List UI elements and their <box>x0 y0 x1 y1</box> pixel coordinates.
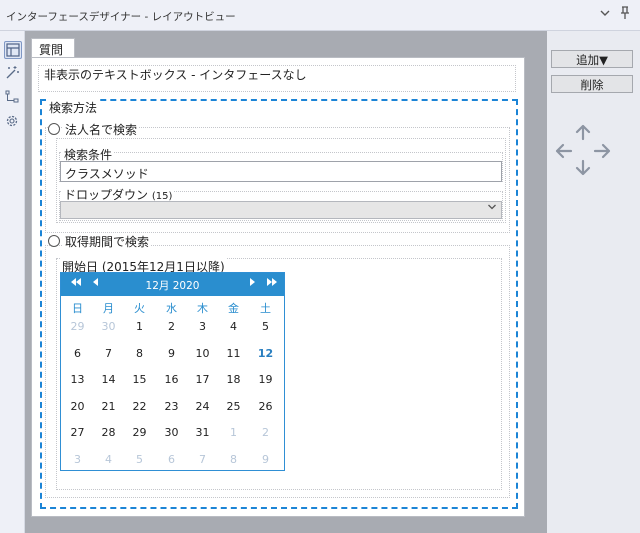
dropdown-select[interactable] <box>60 201 502 219</box>
calendar-day[interactable]: 24 <box>187 400 218 413</box>
weekday: 水 <box>166 302 177 315</box>
calendar-day[interactable]: 10 <box>187 347 218 360</box>
weekday: 土 <box>260 302 271 315</box>
calendar-day[interactable]: 5 <box>124 453 155 466</box>
weekday: 月 <box>103 302 114 315</box>
right-panel: 追加▼ 削除 <box>547 31 640 533</box>
calendar-day[interactable]: 6 <box>62 347 93 360</box>
layout-icon[interactable] <box>4 41 22 59</box>
calendar-day[interactable]: 3 <box>187 320 218 333</box>
calendar-day[interactable]: 4 <box>93 453 124 466</box>
tab-question[interactable]: 質問 <box>31 38 75 58</box>
calendar-day[interactable]: 17 <box>187 373 218 386</box>
magic-wand-icon[interactable] <box>4 65 22 83</box>
calendar-header: 12月 2020 <box>61 273 284 296</box>
search-group-title: 検索方法 <box>47 99 100 116</box>
weekday: 日 <box>72 302 83 315</box>
calendar-day[interactable]: 28 <box>93 426 124 439</box>
move-arrows-icon[interactable] <box>552 121 616 185</box>
calendar-day[interactable]: 27 <box>62 426 93 439</box>
calendar-day[interactable]: 23 <box>156 400 187 413</box>
radio-period-label: 取得期間で検索 <box>63 233 152 250</box>
weekday: 木 <box>197 302 208 315</box>
condition-input[interactable]: クラスメソッド <box>60 161 502 182</box>
calendar-day[interactable]: 16 <box>156 373 187 386</box>
calendar-day[interactable]: 1 <box>124 320 155 333</box>
next-month-icon[interactable] <box>248 276 256 291</box>
calendar-week-row: 27 28 29 30 31 1 2 <box>61 426 284 452</box>
calendar-day[interactable]: 25 <box>218 400 249 413</box>
calendar-day[interactable]: 7 <box>93 347 124 360</box>
calendar-day[interactable]: 15 <box>124 373 155 386</box>
hidden-textbox-label: 非表示のテキストボックス - インタフェースなし <box>44 68 307 82</box>
calendar-day[interactable]: 6 <box>156 453 187 466</box>
calendar-day[interactable]: 9 <box>156 347 187 360</box>
calendar-week-row: 6 7 8 9 10 11 12 <box>61 347 284 373</box>
radio-period[interactable] <box>48 235 60 247</box>
calendar-day[interactable]: 31 <box>187 426 218 439</box>
calendar-day[interactable]: 11 <box>218 347 249 360</box>
chevron-down-icon <box>487 202 497 218</box>
calendar-day[interactable]: 1 <box>218 426 249 439</box>
calendar-day[interactable]: 29 <box>124 426 155 439</box>
calendar-day[interactable]: 2 <box>156 320 187 333</box>
calendar-day[interactable]: 4 <box>218 320 249 333</box>
calendar-day[interactable]: 8 <box>124 347 155 360</box>
calendar-week-row: 29 30 1 2 3 4 5 <box>61 320 284 346</box>
tree-icon[interactable] <box>4 89 22 107</box>
delete-button[interactable]: 削除 <box>551 75 633 93</box>
radio-corp-name[interactable] <box>48 123 60 135</box>
calendar-day[interactable]: 8 <box>218 453 249 466</box>
calendar-day[interactable]: 20 <box>62 400 93 413</box>
calendar-day[interactable]: 29 <box>62 320 93 333</box>
chevron-down-icon[interactable] <box>596 6 614 24</box>
calendar-day[interactable]: 13 <box>62 373 93 386</box>
date-calendar: 12月 2020 日 月 火 水 木 金 土 29 30 1 2 3 4 5 6 7 8 9 10 11… <box>60 272 285 471</box>
calendar-day[interactable]: 22 <box>124 400 155 413</box>
gear-icon[interactable] <box>4 113 22 131</box>
calendar-day[interactable]: 12 <box>250 347 281 360</box>
next-year-icon[interactable] <box>266 276 278 291</box>
calendar-day[interactable]: 19 <box>250 373 281 386</box>
calendar-day[interactable]: 14 <box>93 373 124 386</box>
calendar-day[interactable]: 2 <box>250 426 281 439</box>
weekday: 金 <box>228 302 239 315</box>
calendar-day[interactable]: 30 <box>93 320 124 333</box>
calendar-day[interactable]: 3 <box>62 453 93 466</box>
window-title: インターフェースデザイナー - レイアウトビュー <box>6 11 236 23</box>
calendar-day[interactable]: 18 <box>218 373 249 386</box>
calendar-day[interactable]: 21 <box>93 400 124 413</box>
calendar-day[interactable]: 7 <box>187 453 218 466</box>
left-toolbar <box>0 31 25 533</box>
calendar-day[interactable]: 30 <box>156 426 187 439</box>
calendar-week-row: 20 21 22 23 24 25 26 <box>61 400 284 426</box>
calendar-week-row: 3456789 <box>61 453 284 479</box>
weekday: 火 <box>134 302 145 315</box>
calendar-day[interactable]: 26 <box>250 400 281 413</box>
add-button[interactable]: 追加▼ <box>551 50 633 68</box>
calendar-day[interactable]: 5 <box>250 320 281 333</box>
calendar-day[interactable]: 9 <box>250 453 281 466</box>
title-bar: インターフェースデザイナー - レイアウトビュー <box>0 0 640 31</box>
pin-icon[interactable] <box>616 6 634 24</box>
radio-corp-name-label: 法人名で検索 <box>63 121 140 138</box>
calendar-week-row: 13 14 15 16 17 18 19 <box>61 373 284 399</box>
